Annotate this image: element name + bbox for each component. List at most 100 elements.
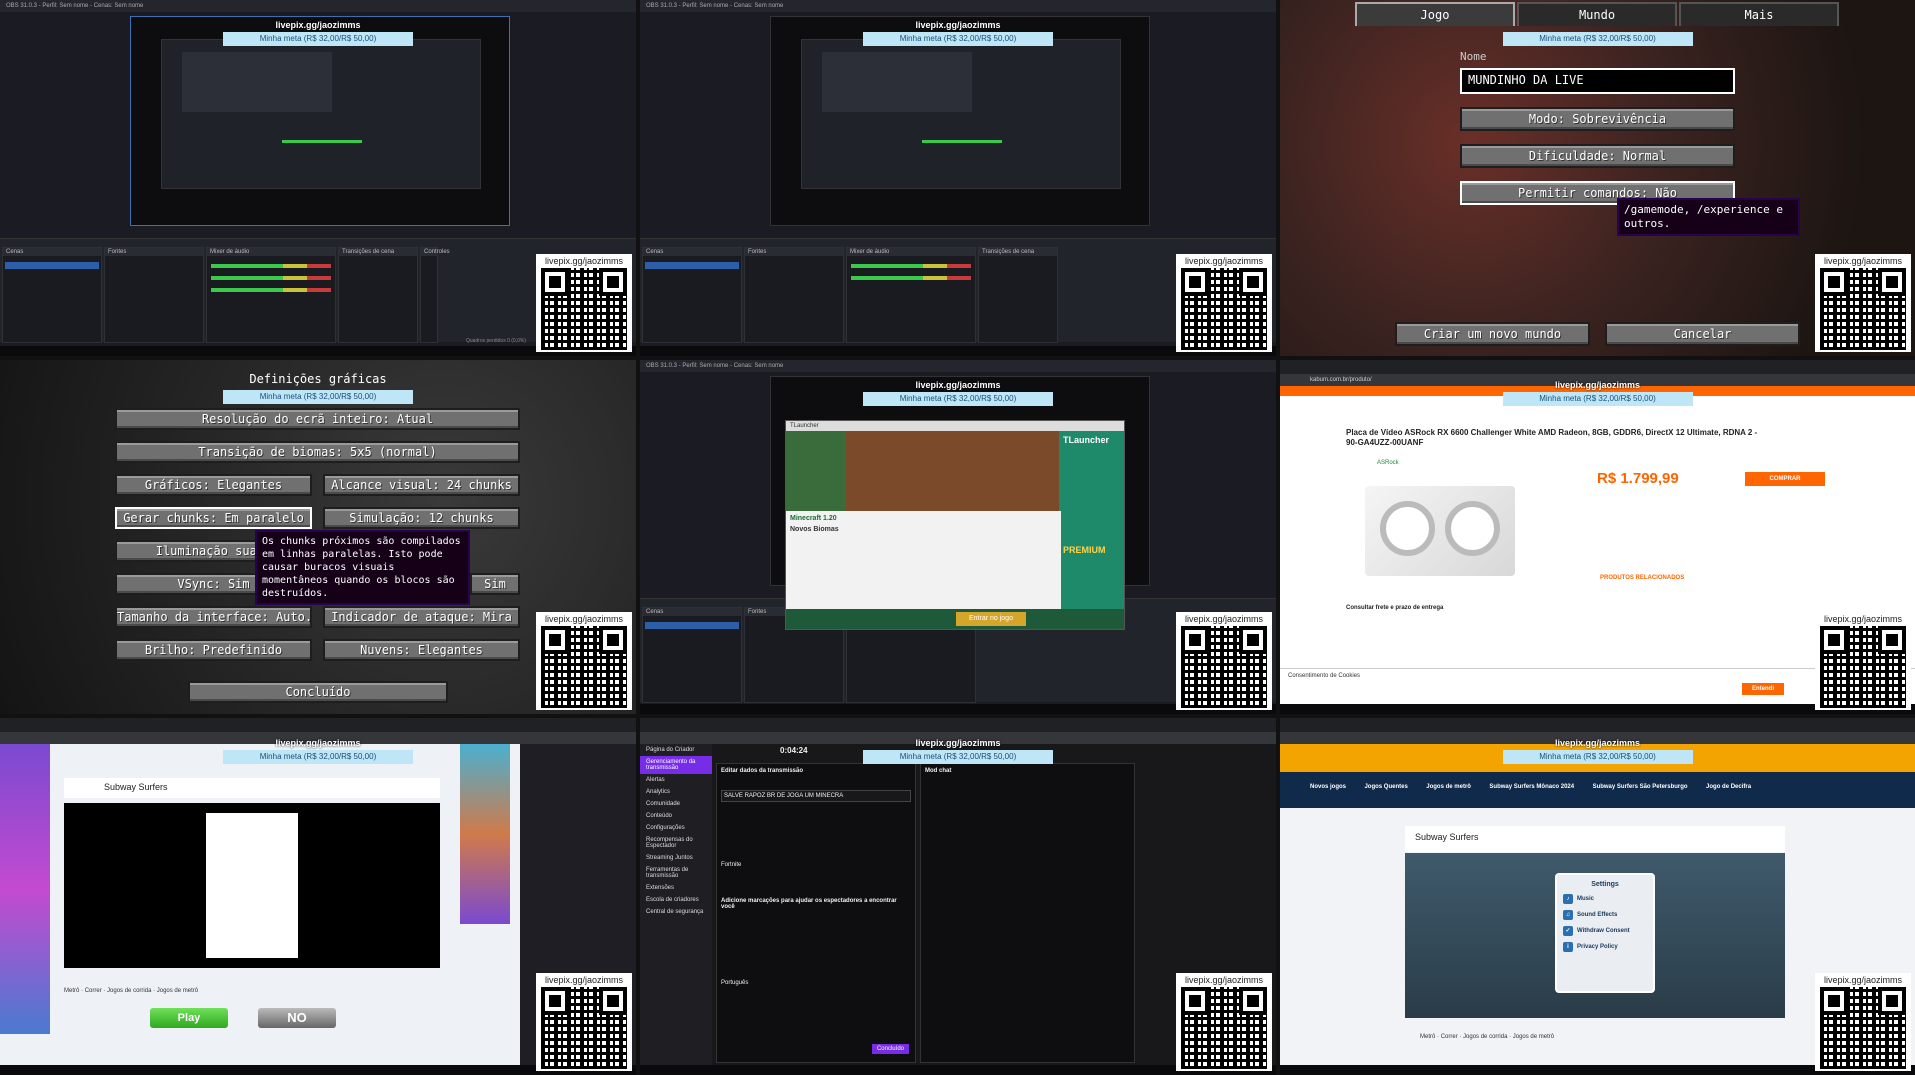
cancel-button[interactable]: Cancelar: [1605, 322, 1800, 346]
sidebar-item[interactable]: Conteúdo: [640, 810, 712, 822]
brand-label[interactable]: ASRock: [1377, 460, 1399, 466]
qr-url-top: livepix.gg/jaozimms: [1554, 738, 1641, 748]
sidebar-item[interactable]: Escola de criadores: [640, 894, 712, 906]
play-button[interactable]: Play: [150, 1008, 228, 1028]
settings-music[interactable]: ♪ Music: [1563, 894, 1647, 904]
render-distance-slider[interactable]: Alcance visual: 24 chunks: [323, 474, 520, 496]
language-select[interactable]: Português: [721, 980, 911, 986]
chunk-builder-button[interactable]: Gerar chunks: Em paralelo: [115, 507, 312, 529]
sources-panel[interactable]: Fontes: [744, 247, 844, 343]
difficulty-button[interactable]: Dificuldade: Normal: [1460, 144, 1735, 168]
nav-link[interactable]: Subway Surfers São Petersburgo: [1593, 784, 1688, 790]
tag[interactable]: Correr: [85, 988, 102, 994]
attack-indicator-button[interactable]: Indicador de ataque: Mira: [323, 606, 520, 628]
world-name-input[interactable]: MUNDINHO DA LIVE: [1460, 68, 1735, 94]
browser-tabs[interactable]: [1280, 360, 1915, 374]
launcher-side-menu[interactable]: TLauncher PREMIUM: [1059, 431, 1124, 621]
tag[interactable]: Jogos de metrô: [157, 988, 198, 994]
tab-mundo[interactable]: Mundo: [1517, 2, 1677, 26]
mixer-panel[interactable]: Mixer de áudio: [846, 247, 976, 343]
sidebar-item[interactable]: Analytics: [640, 786, 712, 798]
obs-menubar[interactable]: OBS 31.0.3 - Perfil: Sem nome - Cenas: S…: [640, 0, 1276, 12]
done-button[interactable]: Concluído: [188, 681, 448, 703]
tab-jogo[interactable]: Jogo: [1355, 2, 1515, 26]
obs-menubar[interactable]: OBS 31.0.3 - Perfil: Sem nome - Cenas: S…: [0, 0, 636, 12]
sidebar-item[interactable]: Central de segurança: [640, 906, 712, 918]
nav-link[interactable]: Novos jogos: [1310, 784, 1346, 790]
browser-tabs[interactable]: [640, 718, 1276, 732]
sidebar-item[interactable]: Alertas: [640, 774, 712, 786]
sidebar-item[interactable]: Streaming Juntos: [640, 852, 712, 864]
sidebar-item-stream-manager[interactable]: Gerenciamento da transmissão: [640, 756, 712, 774]
buy-button[interactable]: COMPRAR: [1745, 472, 1825, 486]
settings-consent[interactable]: ✓ Withdraw Consent: [1563, 926, 1647, 936]
sidebar-item[interactable]: Extensões: [640, 882, 712, 894]
tab-mais[interactable]: Mais: [1679, 2, 1839, 26]
obs-menubar[interactable]: OBS 31.0.3 - Perfil: Sem nome - Cenas: S…: [640, 360, 1276, 372]
sources-panel[interactable]: Fontes: [104, 247, 204, 343]
selected-scene[interactable]: [5, 262, 99, 269]
launcher-banner[interactable]: [846, 431, 1061, 511]
resolution-button[interactable]: Resolução do ecrã inteiro: Atual: [115, 408, 520, 430]
multiview-grid: OBS 31.0.3 - Perfil: Sem nome - Cenas: S…: [0, 0, 1915, 1075]
clouds-button[interactable]: Nuvens: Elegantes: [323, 639, 520, 661]
selected-scene[interactable]: [645, 622, 739, 629]
sidebar-item[interactable]: Comunidade: [640, 798, 712, 810]
nav-link[interactable]: Subway Surfers Mônaco 2024: [1489, 784, 1574, 790]
qr-label: livepix.gg/jaozimms: [544, 614, 624, 624]
gui-scale-button[interactable]: Tamanho da interface: Auto.: [115, 606, 312, 628]
done-button[interactable]: Concluído: [871, 1044, 909, 1054]
gpu-image[interactable]: [1365, 486, 1515, 576]
creator-sidebar[interactable]: Página do Criador Gerenciamento da trans…: [640, 744, 712, 1065]
tag[interactable]: Jogos de corrida: [107, 988, 151, 994]
nav-link[interactable]: Jogo de Decifra: [1706, 784, 1751, 790]
biome-blend-slider[interactable]: Transição de biomas: 5x5 (normal): [115, 441, 520, 463]
game-thumbnails-right[interactable]: [460, 744, 510, 924]
brightness-slider[interactable]: Brilho: Predefinido: [115, 639, 312, 661]
transitions-panel[interactable]: Transições de cena: [978, 247, 1058, 343]
tag[interactable]: Jogos de corrida: [1463, 1034, 1507, 1040]
controls-panel[interactable]: Controles: [420, 247, 450, 343]
mixer-panel[interactable]: Mixer de áudio: [206, 247, 336, 343]
browser-tabs[interactable]: [0, 718, 636, 732]
launcher-titlebar[interactable]: TLauncher: [786, 421, 1124, 431]
tag[interactable]: Metrô: [1420, 1034, 1435, 1040]
cookie-accept-button[interactable]: Entendi: [1742, 683, 1784, 695]
graphics-button[interactable]: Gráficos: Elegantes: [115, 474, 312, 496]
no-button[interactable]: NO: [258, 1008, 336, 1028]
mod-chat-panel[interactable]: Mod chat: [920, 763, 1135, 1063]
right-option-button[interactable]: Sim: [470, 573, 520, 595]
tag[interactable]: Correr: [1441, 1034, 1458, 1040]
stream-title-input[interactable]: SALVE RAPOZ BR DE JOGA UM MINECRA: [721, 790, 911, 802]
nav-link[interactable]: Jogos de metrô: [1426, 784, 1471, 790]
sidebar-item[interactable]: Recompensas do Espectador: [640, 834, 712, 852]
create-world-button[interactable]: Criar um novo mundo: [1395, 322, 1590, 346]
selected-scene[interactable]: [645, 262, 739, 269]
game-frame[interactable]: [64, 803, 440, 968]
gamemode-button[interactable]: Modo: Sobrevivência: [1460, 107, 1735, 131]
tag[interactable]: Jogos de metrô: [1513, 1034, 1554, 1040]
sidebar-item[interactable]: Configurações: [640, 822, 712, 834]
sidebar-item[interactable]: Página do Criador: [640, 744, 712, 756]
sidebar-item[interactable]: Ferramentas de transmissão: [640, 864, 712, 882]
tlauncher-window[interactable]: TLauncher TLauncher PREMIUM Minecraft 1.…: [785, 420, 1125, 630]
simulation-distance-slider[interactable]: Simulação: 12 chunks: [323, 507, 520, 529]
transitions-panel[interactable]: Transições de cena: [338, 247, 418, 343]
game-thumbnails-left[interactable]: [0, 744, 50, 1034]
scenes-panel[interactable]: Cenas: [642, 247, 742, 343]
scenes-panel[interactable]: Cenas: [642, 607, 742, 703]
obs-preview[interactable]: [130, 16, 510, 226]
site-nav[interactable]: Novos jogos Jogos Quentes Jogos de metrô…: [1280, 772, 1915, 808]
browser-tabs[interactable]: [1280, 718, 1915, 732]
tag[interactable]: Metrô: [64, 988, 79, 994]
category-value[interactable]: Fortnite: [721, 862, 911, 868]
nav-link[interactable]: Jogos Quentes: [1364, 784, 1407, 790]
premium-badge[interactable]: PREMIUM: [1063, 545, 1120, 555]
obs-preview[interactable]: [770, 16, 1150, 226]
settings-privacy[interactable]: i Privacy Policy: [1563, 942, 1647, 952]
scenes-panel[interactable]: Cenas: [2, 247, 102, 343]
launcher-ad[interactable]: [786, 431, 846, 511]
play-game-button[interactable]: Entrar no jogo: [956, 612, 1026, 626]
game-frame[interactable]: Settings ♪ Music ♫ Sound Effects ✓ Withdraw…: [1405, 853, 1785, 1018]
settings-sound[interactable]: ♫ Sound Effects: [1563, 910, 1647, 920]
